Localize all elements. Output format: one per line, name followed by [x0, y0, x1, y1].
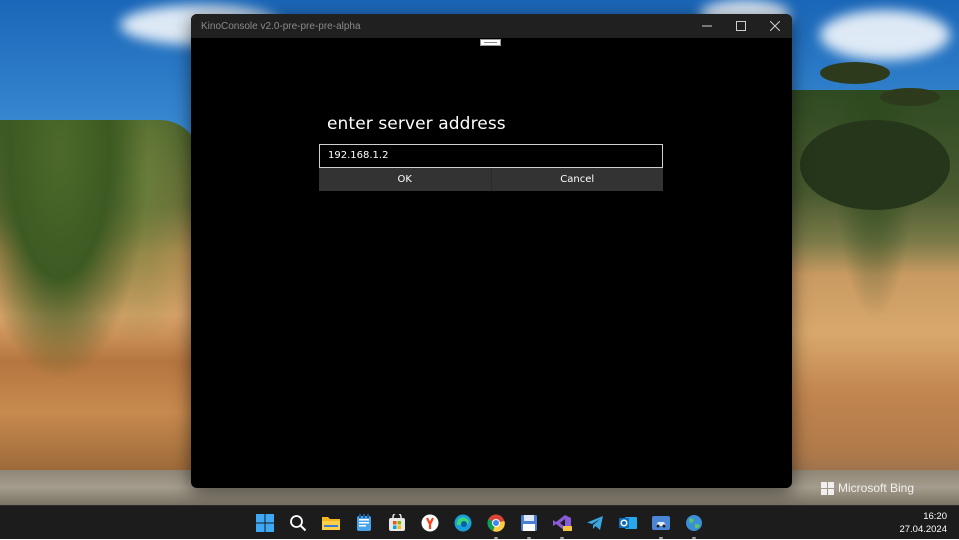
edge-button[interactable]	[450, 510, 476, 536]
microsoft-store-button[interactable]	[384, 510, 410, 536]
edge-icon	[454, 514, 472, 532]
globe-button[interactable]	[681, 510, 707, 539]
ok-button[interactable]: OK	[319, 167, 491, 191]
search-icon	[290, 515, 307, 532]
globe-icon	[686, 515, 702, 531]
system-clock[interactable]: 16:20 27.04.2024	[899, 510, 947, 536]
drag-handle[interactable]	[480, 39, 501, 46]
taskbar-apps	[252, 506, 707, 540]
save-disk-button[interactable]	[516, 510, 542, 539]
yandex-browser-button[interactable]	[417, 510, 443, 536]
close-button[interactable]	[758, 14, 792, 38]
minimize-button[interactable]	[690, 14, 724, 38]
clock-date: 27.04.2024	[899, 524, 947, 535]
microsoft-store-icon	[389, 514, 405, 531]
telegram-button[interactable]	[582, 510, 608, 536]
cancel-button[interactable]: Cancel	[490, 167, 663, 191]
start-icon	[256, 514, 274, 532]
dialog-heading: enter server address	[327, 114, 506, 134]
chrome-icon	[487, 514, 505, 532]
outlook-icon	[619, 517, 637, 529]
window-controls	[690, 14, 792, 38]
search-button[interactable]	[285, 510, 311, 536]
tree	[820, 62, 890, 84]
notepad-button[interactable]	[351, 510, 377, 536]
kinoconsole-icon	[652, 516, 670, 530]
clock-time: 16:20	[923, 511, 947, 522]
visual-studio-icon	[553, 515, 572, 531]
chrome-button[interactable]	[483, 510, 509, 539]
dialog-buttons: OK Cancel	[319, 167, 663, 191]
start-button[interactable]	[252, 510, 278, 536]
maximize-button[interactable]	[724, 14, 758, 38]
server-address-dialog: enter server address OK Cancel	[319, 114, 663, 191]
save-disk-icon	[521, 515, 537, 531]
close-icon	[770, 21, 780, 31]
server-address-input[interactable]	[319, 143, 663, 168]
minimize-icon	[702, 25, 712, 27]
telegram-icon	[587, 516, 603, 530]
taskbar: 16:20 27.04.2024	[0, 505, 959, 539]
title-bar[interactable]: KinoConsole v2.0-pre-pre-pre-alpha	[191, 14, 792, 38]
yandex-browser-icon	[421, 514, 439, 532]
window-title: KinoConsole v2.0-pre-pre-pre-alpha	[201, 20, 361, 32]
cliff-left	[0, 120, 200, 505]
tree	[880, 88, 940, 106]
microsoft-logo-icon	[821, 481, 834, 495]
app-window: KinoConsole v2.0-pre-pre-pre-alpha enter…	[191, 14, 792, 488]
notepad-icon	[357, 514, 371, 531]
file-explorer-button[interactable]	[318, 510, 344, 536]
kinoconsole-button[interactable]	[648, 510, 674, 539]
tree	[800, 120, 950, 210]
maximize-icon	[736, 21, 746, 31]
cloud	[820, 10, 950, 60]
visual-studio-button[interactable]	[549, 510, 575, 539]
file-explorer-icon	[322, 517, 340, 530]
watermark-text: Microsoft Bing	[838, 481, 915, 495]
bing-watermark: Microsoft Bing	[821, 481, 914, 495]
outlook-button[interactable]	[615, 510, 641, 536]
